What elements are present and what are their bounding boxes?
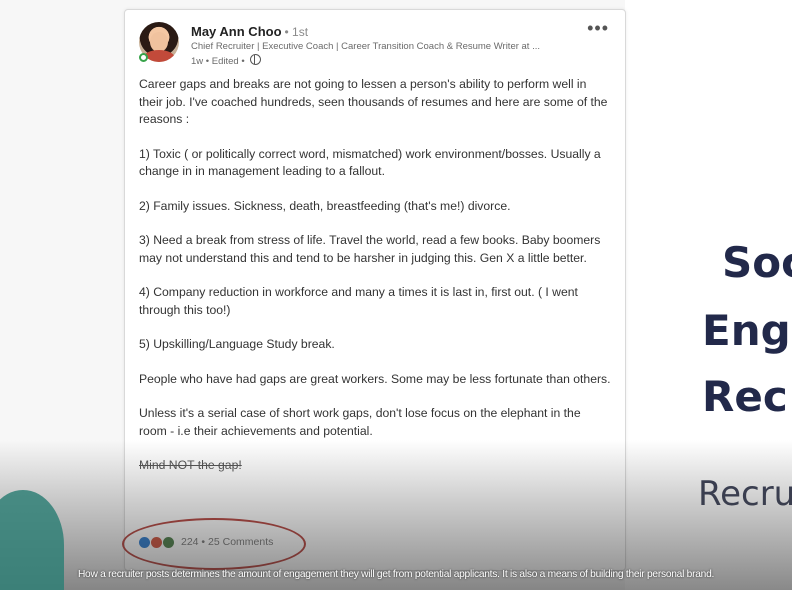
avatar-face xyxy=(150,32,168,52)
slide-title-line-1: Soc xyxy=(722,238,792,287)
post-closing-line: Mind NOT the gap! xyxy=(139,458,242,472)
connection-degree: • 1st xyxy=(284,25,309,39)
video-frame: Soc Eng Rec Recru May Ann Choo• 1st Chie… xyxy=(0,0,792,590)
like-icon xyxy=(139,536,150,548)
love-icon xyxy=(151,536,162,548)
more-options-icon[interactable]: ••• xyxy=(587,18,609,39)
post-meta-text: 1w • Edited • xyxy=(191,56,245,67)
post-paragraph: 4) Company reduction in workforce and ma… xyxy=(139,285,578,317)
video-caption: How a recruiter posts determines the amo… xyxy=(77,569,715,580)
post-paragraph: 3) Need a break from stress of life. Tra… xyxy=(139,233,601,265)
post-paragraph: Career gaps and breaks are not going to … xyxy=(139,77,608,126)
support-icon xyxy=(163,536,174,548)
slide-title-line-3: Rec xyxy=(702,372,788,421)
reactions-count[interactable]: 224 • 25 Comments xyxy=(181,536,273,548)
post-paragraph: 5) Upskilling/Language Study break. xyxy=(139,337,335,351)
author-headline: Chief Recruiter | Executive Coach | Care… xyxy=(191,41,541,52)
globe-icon xyxy=(250,54,262,65)
author-name-text[interactable]: May Ann Choo xyxy=(191,24,282,39)
post-paragraph: Unless it's a serial case of short work … xyxy=(139,406,581,438)
post-paragraph: 1) Toxic ( or politically correct word, … xyxy=(139,146,601,179)
post-body: Career gaps and breaks are not going to … xyxy=(139,76,611,492)
linkedin-post-card: May Ann Choo • 1st Chief Recruiter | Exec… xyxy=(124,9,626,571)
slide-title-line-2: Eng xyxy=(702,306,791,355)
post-paragraph: People who have had gaps are great worke… xyxy=(139,371,611,386)
author-name[interactable]: May Ann Choo • 1st xyxy=(191,24,308,39)
post-paragraph: 2) Family issues. Sickness, death, breas… xyxy=(139,198,511,213)
post-meta: 1w • Edited • xyxy=(191,54,262,67)
slide-subtitle: Recru xyxy=(698,474,792,514)
online-status-icon xyxy=(139,53,148,62)
reactions-bar[interactable]: 224 • 25 Comments xyxy=(139,536,273,548)
